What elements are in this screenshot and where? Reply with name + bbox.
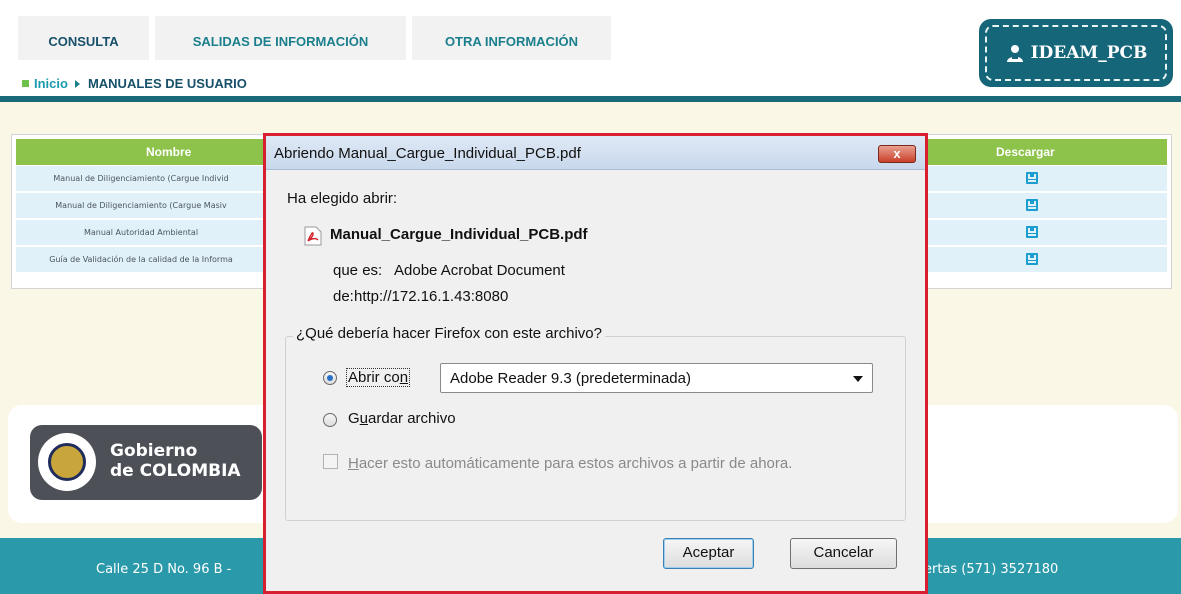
action-question: ¿Qué debería hacer Firefox con este arch… [293,325,605,342]
open-file-dialog: Abriendo Manual_Cargue_Individual_PCB.pd… [263,133,928,594]
pdf-file-icon [304,226,322,246]
tab-salidas-de-informacion[interactable]: SALIDAS DE INFORMACIÓN [155,16,406,60]
footer-phone: ertas (571) 3527180 [924,562,1059,577]
dropdown-arrow-icon [853,376,863,382]
manual-name: Manual Autoridad Ambiental [83,228,199,237]
file-type-label: que es: [333,262,383,279]
breadcrumb-current: MANUALES DE USUARIO [87,76,247,91]
manual-name: Guía de Validación de la calidad de la I… [49,255,233,264]
auto-remember-checkbox[interactable] [323,454,338,469]
cancel-button[interactable]: Cancelar [790,538,897,569]
file-source-value: http://172.16.1.43:8080 [354,288,509,305]
site-header: CONSULTA SALIDAS DE INFORMACIÓN OTRA INF… [0,0,1181,102]
user-icon [1006,45,1023,62]
close-icon: x [893,146,901,161]
gobierno-colombia-logo[interactable]: Gobierno de COLOMBIA [30,425,262,500]
username: IDEAM_PCB [1030,43,1148,63]
tab-consulta[interactable]: CONSULTA [18,16,149,60]
logo-line-1: Gobierno [110,441,198,461]
user-badge[interactable]: IDEAM_PCB [979,19,1173,87]
colombia-seal-icon [38,433,96,491]
column-header-descargar: Descargar [996,145,1055,159]
save-file-label[interactable]: Guardar archivo [348,410,456,427]
logo-line-2: de COLOMBIA [110,461,241,481]
save-file-radio[interactable] [323,413,337,427]
user-badge-frame: IDEAM_PCB [985,25,1167,81]
tab-otra-informacion[interactable]: OTRA INFORMACIÓN [412,16,611,60]
download-icon[interactable] [1026,253,1038,265]
open-with-label[interactable]: Abrir con [346,368,411,387]
column-header-nombre: Nombre [146,145,192,159]
auto-remember-label: Hacer esto automáticamente para estos ar… [348,455,793,472]
footer-address: Calle 25 D No. 96 B - [96,562,232,577]
manual-name: Manual de Diligenciamiento (Cargue Masiv [55,201,227,210]
dialog-title: Abriendo Manual_Cargue_Individual_PCB.pd… [274,145,581,162]
application-select[interactable]: Adobe Reader 9.3 (predeterminada) [440,363,873,393]
file-source-label: de: [333,288,354,305]
open-with-radio[interactable] [323,371,337,385]
download-icon[interactable] [1026,172,1038,184]
accept-button[interactable]: Aceptar [663,538,754,569]
application-select-value: Adobe Reader 9.3 (predeterminada) [450,370,691,387]
logo-text: Gobierno de COLOMBIA [110,441,241,481]
breadcrumb: Inicio MANUALES DE USUARIO [22,76,247,91]
dialog-intro: Ha elegido abrir: [287,190,398,207]
manual-name: Manual de Diligenciamiento (Cargue Indiv… [53,174,229,183]
breadcrumb-home-link[interactable]: Inicio [34,76,68,91]
download-icon[interactable] [1026,199,1038,211]
chevron-right-icon [74,80,80,88]
file-name: Manual_Cargue_Individual_PCB.pdf [330,226,588,243]
file-type-value: Adobe Acrobat Document [394,262,565,279]
close-button[interactable]: x [878,145,916,163]
dialog-titlebar[interactable]: Abriendo Manual_Cargue_Individual_PCB.pd… [266,136,925,170]
download-icon[interactable] [1026,226,1038,238]
bullet-icon [22,80,29,87]
